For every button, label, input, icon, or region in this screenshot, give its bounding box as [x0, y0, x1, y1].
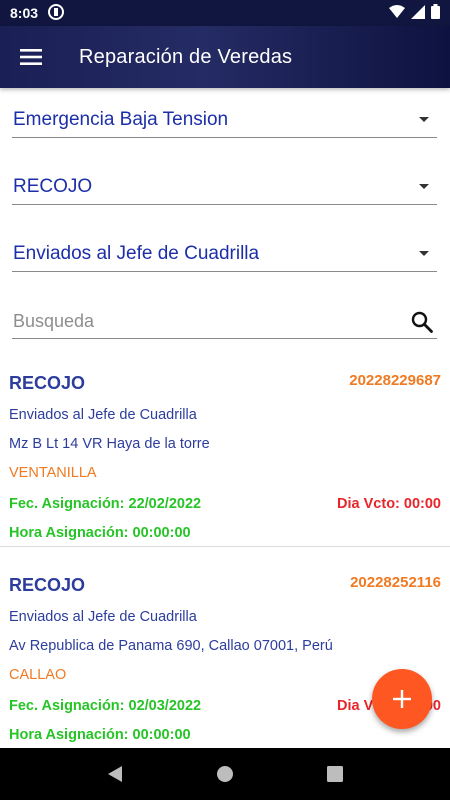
add-button[interactable]: [372, 669, 432, 729]
app-bar: Reparación de Veredas: [0, 26, 450, 88]
category-dropdown[interactable]: Emergencia Baja Tension: [12, 102, 437, 138]
menu-button[interactable]: [16, 42, 46, 72]
home-circle-icon: [217, 766, 233, 782]
back-triangle-icon: [108, 766, 122, 782]
record-type: RECOJO: [9, 373, 86, 393]
type-dropdown[interactable]: RECOJO: [12, 169, 437, 205]
record-dia-vcto: Dia Vcto: 00:00: [337, 496, 441, 512]
dropdown-arrow-icon: [419, 117, 429, 122]
cell-signal-icon: [411, 4, 425, 22]
plus-icon: [393, 690, 411, 708]
nav-home-button[interactable]: [205, 754, 245, 794]
hamburger-icon: [20, 49, 42, 65]
record-hora-asignacion: Hora Asignación: 00:00:00: [9, 525, 191, 541]
search-input[interactable]: [12, 311, 409, 332]
status-bar: 8:03: [0, 0, 450, 26]
state-dropdown[interactable]: Enviados al Jefe de Cuadrilla: [12, 236, 437, 272]
system-nav-bar: [0, 748, 450, 800]
category-dropdown-value: Emergencia Baja Tension: [13, 108, 229, 130]
record-code: 20228252116: [350, 574, 441, 591]
battery-icon: [431, 4, 440, 22]
list-item[interactable]: RECOJO 20228229687 Enviados al Jefe de C…: [0, 357, 450, 547]
record-fec-asignacion: Fec. Asignación: 22/02/2022: [9, 496, 202, 512]
record-status: Enviados al Jefe de Cuadrilla: [9, 609, 197, 625]
nav-recents-button[interactable]: [315, 754, 355, 794]
notification-app-icon: [48, 3, 65, 23]
record-type: RECOJO: [9, 575, 86, 595]
record-district: CALLAO: [9, 667, 67, 683]
type-dropdown-value: RECOJO: [13, 175, 93, 197]
record-status: Enviados al Jefe de Cuadrilla: [9, 407, 197, 423]
record-address: Av Republica de Panama 690, Callao 07001…: [9, 638, 333, 654]
dropdown-arrow-icon: [419, 251, 429, 256]
search-icon[interactable]: [409, 309, 435, 335]
page-title: Reparación de Veredas: [79, 45, 293, 68]
record-hora-asignacion: Hora Asignación: 00:00:00: [9, 727, 191, 743]
search-bar: [12, 305, 437, 339]
record-code: 20228229687: [349, 372, 441, 389]
record-district: VENTANILLA: [9, 465, 97, 481]
dropdown-arrow-icon: [419, 184, 429, 189]
wifi-icon: [389, 4, 405, 22]
recents-square-icon: [327, 766, 343, 782]
nav-back-button[interactable]: [95, 754, 135, 794]
state-dropdown-value: Enviados al Jefe de Cuadrilla: [13, 242, 260, 264]
record-fec-asignacion: Fec. Asignación: 02/03/2022: [9, 698, 202, 714]
status-time: 8:03: [10, 5, 39, 21]
record-address: Mz B Lt 14 VR Haya de la torre: [9, 436, 210, 452]
